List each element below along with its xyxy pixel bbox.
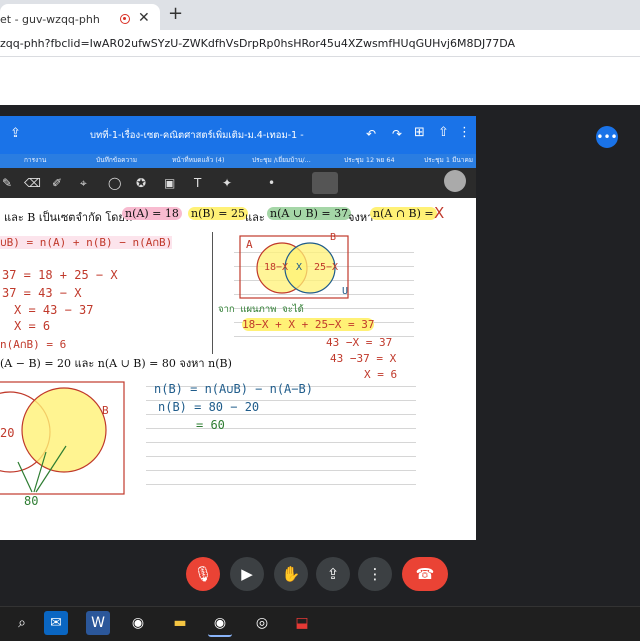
- pen-size-selected[interactable]: [312, 172, 338, 194]
- chrome-active-icon[interactable]: ◉: [208, 611, 232, 637]
- more-options-button[interactable]: ⋮: [358, 557, 392, 591]
- browser-content-top: [0, 57, 640, 105]
- url-text[interactable]: zqq-phh?fbclid=IwAR02ufwSYzU-ZWKdfhVsDrp…: [0, 37, 515, 50]
- new-tab-button[interactable]: +: [168, 3, 183, 24]
- venn1-left: 18−X: [264, 262, 289, 273]
- venn1-equation: 18−X + X + 25−X = 37: [242, 318, 375, 331]
- camera-icon: ▶: [241, 565, 253, 583]
- q2-line-2: n(B) = 80 − 20: [158, 400, 260, 414]
- venn1-label-B: B: [330, 232, 337, 243]
- venn1-sol-3: X = 6: [364, 368, 398, 381]
- image-icon[interactable]: ▣: [164, 176, 175, 190]
- camera-button[interactable]: ▶: [230, 557, 264, 591]
- profile-avatar: [444, 170, 466, 192]
- eraser-icon[interactable]: ⌫: [24, 176, 41, 190]
- more-icon: ⋮: [367, 565, 383, 583]
- mic-off-icon: 🎙: [193, 565, 213, 583]
- shared-tab-5[interactable]: ประชุม 12 พย 64: [344, 155, 395, 165]
- present-icon: ⇪: [326, 565, 340, 583]
- recording-icon: [120, 14, 130, 24]
- sticker-icon[interactable]: ✪: [136, 176, 146, 190]
- step-4: X = 6: [14, 319, 51, 333]
- venn1-label-A: A: [246, 238, 253, 251]
- mic-off-button[interactable]: 🎙: [186, 557, 220, 591]
- right-panel: [476, 116, 640, 540]
- shared-tab-4[interactable]: ประชุม /เยี่ยมบ้าน/...: [252, 155, 311, 165]
- q2-line-1: n(B) = n(A∪B) − n(A−B): [154, 382, 313, 396]
- q1-nA: n(A) = 18: [122, 207, 182, 220]
- share-icon[interactable]: ⇪: [10, 126, 21, 141]
- divider: [212, 232, 213, 354]
- venn1-mid: X: [296, 262, 303, 273]
- venn1-label-U: U: [342, 286, 349, 297]
- q1-and: และ: [245, 211, 265, 224]
- shared-tab-1[interactable]: การงาน: [24, 155, 46, 165]
- chrome-icon[interactable]: ◉: [126, 611, 150, 635]
- menu-icon[interactable]: ⋮: [458, 125, 471, 140]
- meet-app-icon[interactable]: ◎: [250, 611, 274, 635]
- venn-diagram-2: [0, 381, 125, 495]
- more-options-icon[interactable]: •••: [596, 126, 618, 148]
- close-tab-button[interactable]: ✕: [138, 10, 150, 26]
- step-3: X = 43 − 37: [14, 303, 94, 317]
- browser-tab[interactable]: et - guv-wzqq-phh ✕: [0, 4, 160, 30]
- venn1-note: จาก แผนภาพ จะได้: [218, 304, 304, 315]
- share-out-icon[interactable]: ⇧: [438, 125, 449, 140]
- redo-icon[interactable]: ↷: [392, 127, 402, 141]
- venn2-label-80: 80: [24, 494, 39, 508]
- hang-up-button[interactable]: ☎: [402, 557, 448, 591]
- text-icon[interactable]: T: [194, 176, 201, 190]
- highlighter-icon[interactable]: ✐: [52, 176, 62, 190]
- search-icon[interactable]: ⌕: [10, 611, 34, 635]
- document-title: บทที่-1-เรื่อง-เซต-คณิตศาสตร์เพิ่มเติม-ม…: [90, 130, 304, 141]
- q1-X: X: [434, 204, 445, 222]
- venn2-label-20: 20: [0, 426, 15, 440]
- shared-tab-strip: การงาน บันทึกข้อความ หน้าที่หมดแล้ว (4) …: [0, 154, 476, 168]
- q2-line-3: = 60: [196, 418, 225, 432]
- venn1-right: 25−X: [314, 262, 339, 273]
- drawing-toolbar: ✎ ⌫ ✐ ⌖ ◯ ✪ ▣ T ✦ •: [0, 168, 476, 198]
- app-header: ⇪ บทที่-1-เรื่อง-เซต-คณิตศาสตร์เพิ่มเติม…: [0, 116, 476, 154]
- pen-color-dot[interactable]: •: [268, 176, 275, 190]
- shared-tab-3[interactable]: หน้าที่หมดแล้ว (4): [172, 155, 225, 165]
- folder-icon[interactable]: ▬: [168, 611, 192, 635]
- word-icon[interactable]: W: [86, 611, 110, 635]
- lasso-icon[interactable]: ⌖: [80, 176, 87, 191]
- q2-text: (A − B) = 20 และ n(A ∪ B) = 80 จงหา n(B): [0, 357, 232, 370]
- step-2: 37 = 43 − X: [2, 286, 82, 300]
- pdf-icon[interactable]: ⬓: [290, 611, 314, 635]
- tab-title: et - guv-wzqq-phh: [0, 13, 100, 26]
- venn1-sol-2: 43 −37 = X: [330, 352, 397, 365]
- phone-hangup-icon: ☎: [415, 565, 435, 583]
- formula-line: ∪B) = n(A) + n(B) − n(A∩B): [0, 236, 173, 249]
- shared-tab-2[interactable]: บันทึกข้อความ: [96, 155, 137, 165]
- add-page-icon[interactable]: ⊞: [414, 125, 425, 140]
- hand-icon: ✋: [281, 565, 301, 583]
- venn1-sol-1: 43 −X = 37: [326, 336, 393, 349]
- venn2-label-B: B: [102, 404, 109, 417]
- q1-nAuB: n(A ∪ B) = 37: [267, 207, 352, 220]
- shape-icon[interactable]: ◯: [108, 176, 121, 190]
- shared-screen: ⇪ บทที่-1-เรื่อง-เซต-คณิตศาสตร์เพิ่มเติม…: [0, 116, 476, 540]
- q1-nAnB: n(A ∩ B) =: [370, 207, 437, 220]
- shared-tab-6[interactable]: ประชุม 1 มีนาคม: [424, 155, 473, 165]
- undo-icon[interactable]: ↶: [366, 127, 376, 141]
- q1-prefix: และ B เป็นเซตจำกัด โดยที่: [4, 211, 133, 224]
- step-5: n(A∩B) = 6: [0, 338, 67, 351]
- q1-nB: n(B) = 25: [188, 207, 248, 220]
- raise-hand-button[interactable]: ✋: [274, 557, 308, 591]
- step-1: 37 = 18 + 25 − X: [2, 268, 118, 282]
- pen-icon[interactable]: ✎: [2, 176, 12, 190]
- mail-icon[interactable]: ✉: [44, 611, 68, 635]
- present-button[interactable]: ⇪: [316, 557, 350, 591]
- laser-icon[interactable]: ✦: [222, 176, 232, 190]
